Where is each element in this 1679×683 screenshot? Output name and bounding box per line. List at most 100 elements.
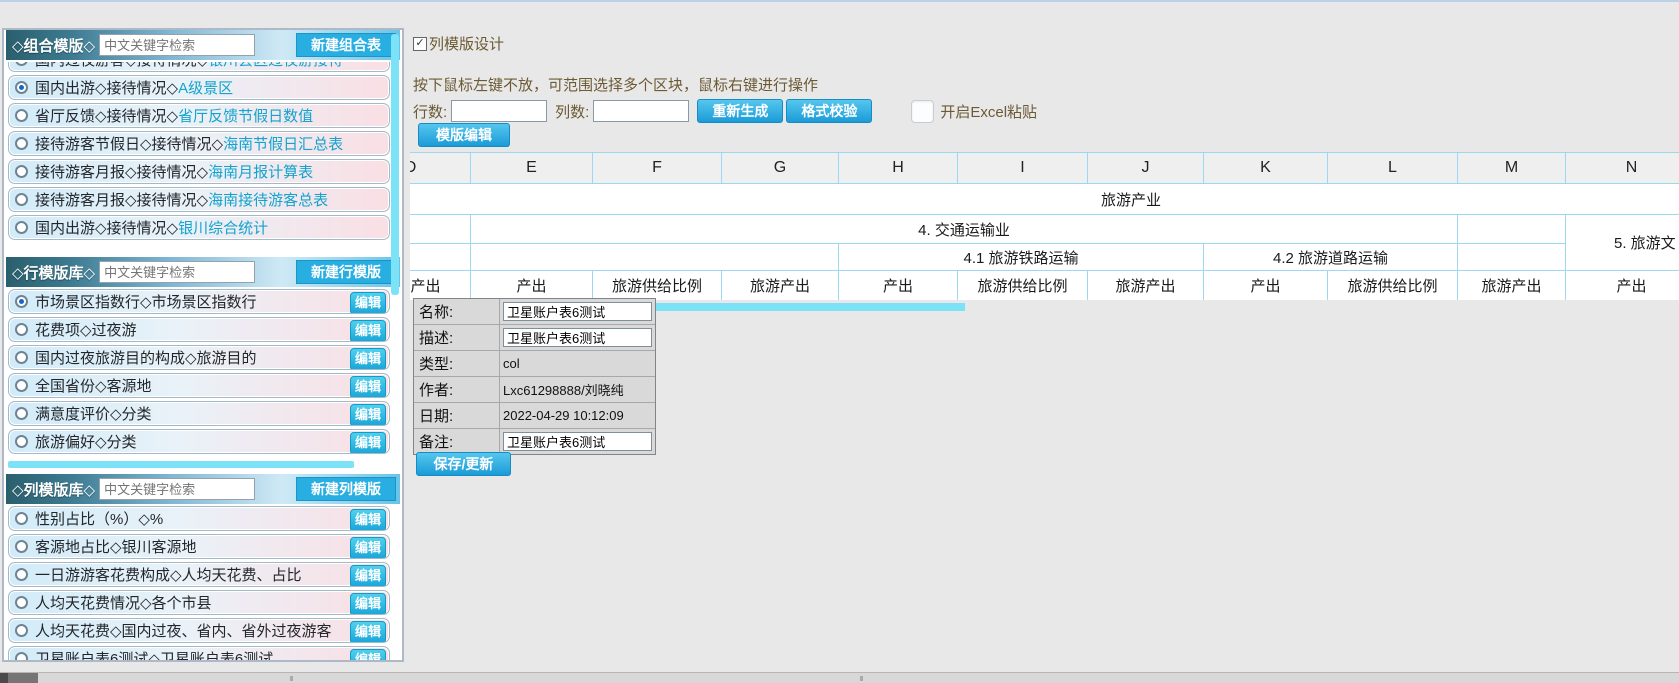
col-letter-L[interactable]: L	[1328, 153, 1458, 184]
list-item-link[interactable]: A级景区	[178, 80, 233, 97]
radio[interactable]	[15, 435, 28, 448]
cell-measure[interactable]: 旅游产出	[1088, 271, 1204, 300]
search-input-combined-templates[interactable]	[99, 34, 256, 56]
col-letter-N[interactable]: N	[1566, 153, 1679, 184]
col-letter-H[interactable]: H	[839, 153, 958, 184]
list-item-row-template-library[interactable]: 全国省份◇客源地 编辑	[8, 373, 390, 398]
radio[interactable]	[15, 323, 28, 336]
cols-count-input[interactable]	[593, 100, 690, 122]
radio[interactable]	[15, 624, 28, 637]
col-letter-M[interactable]: M	[1458, 153, 1566, 184]
cell-measure[interactable]: 旅游产出	[722, 271, 839, 300]
list-item-combined-templates[interactable]: 接待游客月报◇接待情况◇海南月报计算表	[8, 159, 390, 184]
list-item-link[interactable]: 银川综合统计	[178, 220, 268, 237]
list-item-column-template-library[interactable]: 一日游游客花费构成◇人均天花费、占比 编辑	[8, 562, 390, 587]
rows-count-input[interactable]	[451, 100, 548, 122]
edit-button[interactable]: 编辑	[350, 593, 386, 614]
radio[interactable]	[15, 568, 28, 581]
edit-button[interactable]: 编辑	[350, 621, 386, 642]
cell-measure[interactable]: 产出	[839, 271, 958, 300]
col-letter-E[interactable]: E	[471, 153, 593, 184]
col-letter-J[interactable]: J	[1088, 153, 1204, 184]
regenerate-button[interactable]: 重新生成	[697, 99, 784, 123]
template-edit-button[interactable]: 模版编辑	[418, 123, 510, 147]
cell-measure[interactable]: 产出	[1204, 271, 1328, 300]
cell-measure[interactable]: 产出	[1566, 271, 1679, 300]
col-letter-D[interactable]: D	[410, 153, 471, 184]
col-letter-K[interactable]: K	[1204, 153, 1328, 184]
column-template-design-checkbox[interactable]: ✓	[413, 36, 427, 51]
col-letter-I[interactable]: I	[958, 153, 1088, 184]
list-item-column-template-library[interactable]: 卫星账户表6测试◇卫星账户表6测试 编辑	[8, 646, 390, 660]
list-item-link[interactable]: 海南接待游客总表	[208, 192, 328, 209]
search-input-row-template-library[interactable]	[99, 261, 256, 283]
edit-button[interactable]: 编辑	[350, 376, 386, 397]
radio[interactable]	[15, 379, 28, 392]
list-item-combined-templates[interactable]: 国内出游◇接待情况◇银川综合统计	[8, 215, 390, 240]
new-button-row-template-library[interactable]: 新建行模版	[296, 260, 396, 284]
enable-excel-paste-checkbox[interactable]	[911, 99, 935, 123]
cell-measure[interactable]: 旅游供给比例	[593, 271, 722, 300]
cell-industry[interactable]: 旅游产业	[410, 184, 1679, 215]
list-item-link[interactable]: 银川县区过夜游接待	[208, 62, 343, 69]
list-item-row-template-library[interactable]: 市场景区指数行◇市场景区指数行 编辑	[8, 289, 390, 314]
sidebar-vertical-scrollbar[interactable]	[391, 34, 399, 295]
col-letter-G[interactable]: G	[722, 153, 839, 184]
list-item-combined-templates[interactable]: 国内过夜游客◇接待情况◇银川县区过夜游接待	[8, 62, 390, 72]
radio[interactable]	[15, 652, 28, 660]
row-list-horizontal-scrollbar[interactable]	[8, 461, 354, 468]
cell-sub42[interactable]: 4.2 旅游道路运输	[1204, 244, 1458, 271]
radio[interactable]	[15, 540, 28, 553]
edit-button[interactable]: 编辑	[350, 565, 386, 586]
page-horizontal-scrollbar[interactable]	[0, 672, 1679, 683]
radio[interactable]	[15, 62, 28, 66]
list-item-column-template-library[interactable]: 人均天花费情况◇各个市县 编辑	[8, 590, 390, 615]
radio[interactable]	[15, 596, 28, 609]
list-item-column-template-library[interactable]: 性别占比（%）◇% 编辑	[8, 506, 390, 531]
cell-sub41[interactable]: 4.1 旅游铁路运输	[839, 244, 1204, 271]
edit-button[interactable]: 编辑	[350, 348, 386, 369]
edit-button[interactable]: 编辑	[350, 649, 386, 660]
form-input[interactable]	[503, 302, 652, 321]
radio[interactable]	[15, 407, 28, 420]
new-button-combined-templates[interactable]: 新建组合表	[296, 33, 396, 57]
list-item-link[interactable]: 省厅反馈节假日数值	[178, 108, 313, 125]
list-item-row-template-library[interactable]: 旅游偏好◇分类 编辑	[8, 429, 390, 454]
list-item-combined-templates[interactable]: 接待游客月报◇接待情况◇海南接待游客总表	[8, 187, 390, 212]
edit-button[interactable]: 编辑	[350, 537, 386, 558]
cell-section5[interactable]: 5. 旅游文	[1566, 215, 1679, 271]
edit-button[interactable]: 编辑	[350, 404, 386, 425]
save-update-button[interactable]: 保存/更新	[416, 452, 511, 476]
list-item-column-template-library[interactable]: 客源地占比◇银川客源地 编辑	[8, 534, 390, 559]
form-input[interactable]	[503, 432, 652, 451]
edit-button[interactable]: 编辑	[350, 292, 386, 313]
list-item-combined-templates[interactable]: 省厅反馈◇接待情况◇省厅反馈节假日数值	[8, 103, 390, 128]
search-input-column-template-library[interactable]	[99, 478, 256, 500]
radio[interactable]	[15, 512, 28, 525]
radio-selected[interactable]	[15, 295, 28, 308]
new-button-column-template-library[interactable]: 新建列模版	[296, 477, 396, 501]
list-item-link[interactable]: 海南节假日汇总表	[223, 136, 343, 153]
cell-measure[interactable]: 旅游供给比例	[958, 271, 1088, 300]
format-validate-button[interactable]: 格式校验	[786, 99, 873, 123]
list-item-row-template-library[interactable]: 花费项◇过夜游 编辑	[8, 317, 390, 342]
cell-measure[interactable]: 产出	[471, 271, 593, 300]
cell-measure[interactable]: 旅游供给比例	[1328, 271, 1458, 300]
list-item-combined-templates[interactable]: 接待游客节假日◇接待情况◇海南节假日汇总表	[8, 131, 390, 156]
cell-empty[interactable]	[1458, 215, 1566, 244]
radio[interactable]	[15, 165, 28, 178]
cell-measure[interactable]: 旅游产出	[410, 271, 471, 300]
list-item-row-template-library[interactable]: 满意度评价◇分类 编辑	[8, 401, 390, 426]
cell-section4[interactable]: 4. 交通运输业	[471, 215, 1458, 244]
radio[interactable]	[15, 109, 28, 122]
radio[interactable]	[15, 221, 28, 234]
cell-empty[interactable]	[471, 244, 839, 271]
cell-empty[interactable]	[410, 244, 471, 271]
radio-selected[interactable]	[15, 81, 28, 94]
form-input[interactable]	[503, 328, 652, 347]
radio[interactable]	[15, 351, 28, 364]
cell-measure[interactable]: 旅游产出	[1458, 271, 1566, 300]
edit-button[interactable]: 编辑	[350, 509, 386, 530]
list-item-combined-templates[interactable]: 国内出游◇接待情况◇A级景区	[8, 75, 390, 100]
cell-empty[interactable]	[1458, 244, 1566, 271]
